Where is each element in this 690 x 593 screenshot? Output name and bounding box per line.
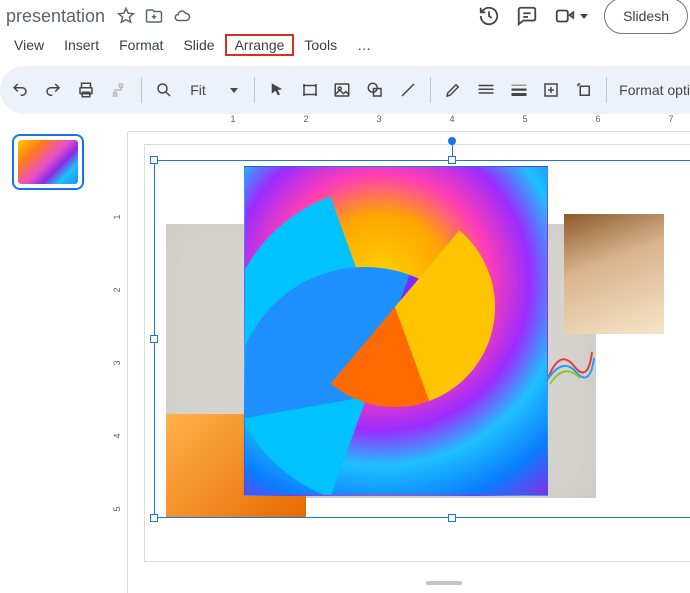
ruler-tick: 2 xyxy=(112,275,122,305)
zoom-icon[interactable] xyxy=(154,79,175,101)
ruler-tick: 5 xyxy=(522,114,527,124)
separator xyxy=(141,77,142,103)
ruler-tick: 5 xyxy=(112,494,122,524)
zoom-label: Fit xyxy=(190,82,206,98)
menu-insert[interactable]: Insert xyxy=(54,34,109,56)
cloud-status-icon[interactable] xyxy=(173,7,191,25)
paint-format-icon[interactable] xyxy=(108,79,129,101)
slideshow-label: Slidesh xyxy=(623,8,669,24)
chevron-down-icon xyxy=(230,88,238,93)
selection-box[interactable] xyxy=(154,160,690,518)
vertical-ruler: 1 2 3 4 5 xyxy=(110,132,128,593)
resize-handle-tm[interactable] xyxy=(448,156,456,164)
motion-icon[interactable] xyxy=(574,79,595,101)
undo-icon[interactable] xyxy=(10,79,31,101)
resize-handle-ml[interactable] xyxy=(150,335,158,343)
redo-icon[interactable] xyxy=(43,79,64,101)
notes-resize-grip[interactable] xyxy=(426,581,462,585)
border-color-icon[interactable] xyxy=(476,79,497,101)
thumbnail-preview xyxy=(18,140,78,184)
shape-icon[interactable] xyxy=(365,79,386,101)
image-icon[interactable] xyxy=(332,79,353,101)
toolbar: Fit Format opti xyxy=(0,66,690,114)
slide-thumbnail[interactable] xyxy=(12,134,84,190)
resize-handle-bl[interactable] xyxy=(150,514,158,522)
menu-bar: View Insert Format Slide Arrange Tools … xyxy=(0,32,690,58)
menu-overflow[interactable]: … xyxy=(347,34,381,56)
meet-icon[interactable] xyxy=(554,5,588,27)
canvas-area[interactable]: 1 2 3 4 5 6 7 1 2 3 4 5 xyxy=(84,114,690,593)
comment-icon[interactable] xyxy=(516,5,538,27)
star-icon[interactable] xyxy=(117,7,135,25)
separator xyxy=(606,77,607,103)
menu-view[interactable]: View xyxy=(4,34,54,56)
workspace: 1 2 3 4 5 6 7 1 2 3 4 5 xyxy=(0,114,690,593)
ruler-tick: 3 xyxy=(376,114,381,124)
separator xyxy=(254,77,255,103)
print-icon[interactable] xyxy=(75,79,96,101)
ruler-tick: 4 xyxy=(449,114,454,124)
ruler-tick: 3 xyxy=(112,348,122,378)
separator xyxy=(430,77,431,103)
filmstrip xyxy=(0,114,84,593)
document-title[interactable]: presentation xyxy=(6,6,105,27)
textbox-icon[interactable] xyxy=(299,79,320,101)
title-bar: presentation Slidesh xyxy=(0,0,690,32)
menu-tools[interactable]: Tools xyxy=(294,34,347,56)
resize-handle-tl[interactable] xyxy=(150,156,158,164)
border-dash-icon[interactable] xyxy=(541,79,562,101)
menu-arrange[interactable]: Arrange xyxy=(225,34,295,56)
ruler-tick: 7 xyxy=(668,114,673,124)
menu-format[interactable]: Format xyxy=(109,34,173,56)
resize-handle-bm[interactable] xyxy=(448,514,456,522)
horizontal-ruler: 1 2 3 4 5 6 7 xyxy=(128,114,690,132)
format-options-button[interactable]: Format opti xyxy=(619,82,690,98)
history-icon[interactable] xyxy=(478,5,500,27)
ruler-tick: 4 xyxy=(112,421,122,451)
select-tool-icon[interactable] xyxy=(267,79,288,101)
border-weight-icon[interactable] xyxy=(508,79,529,101)
ruler-tick: 2 xyxy=(303,114,308,124)
rotate-handle[interactable] xyxy=(448,137,456,145)
ruler-tick: 1 xyxy=(230,114,235,124)
edit-icon[interactable] xyxy=(443,79,464,101)
ruler-tick: 1 xyxy=(112,202,122,232)
line-icon[interactable] xyxy=(397,79,418,101)
zoom-dropdown[interactable]: Fit xyxy=(186,82,242,98)
slideshow-button[interactable]: Slidesh xyxy=(604,0,688,34)
menu-slide[interactable]: Slide xyxy=(173,34,224,56)
ruler-tick: 6 xyxy=(595,114,600,124)
move-folder-icon[interactable] xyxy=(145,7,163,25)
